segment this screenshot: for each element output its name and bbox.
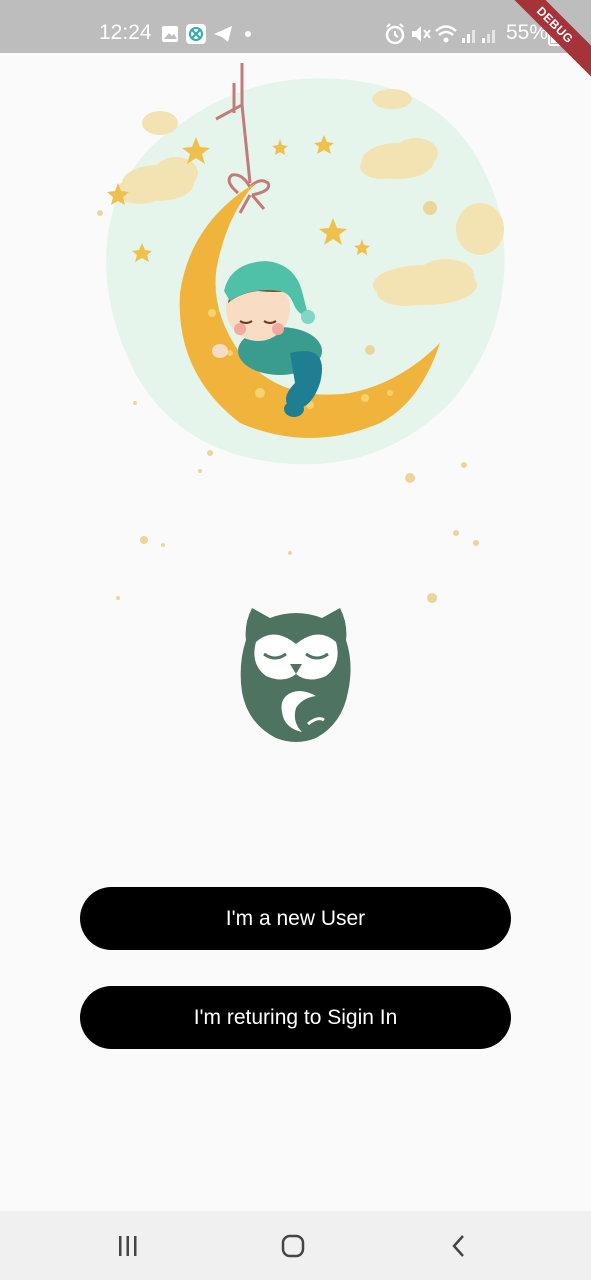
dot-icon: [245, 31, 251, 37]
back-button[interactable]: [439, 1233, 479, 1259]
debug-banner: DEBUG: [511, 0, 591, 80]
status-right-icons: [385, 23, 495, 45]
returning-signin-button[interactable]: I'm returing to Sigin In: [80, 986, 511, 1049]
status-time: 12:24: [99, 21, 152, 44]
debug-banner-container: DEBUG: [511, 0, 591, 80]
recents-icon: [119, 1236, 137, 1256]
back-icon: [452, 1235, 464, 1257]
mute-icon: [412, 26, 431, 42]
telegram-icon: [214, 26, 232, 42]
status-bar: 12:24 55%: [0, 0, 591, 53]
signal-icon-2: [482, 30, 495, 43]
recents-button[interactable]: [108, 1233, 148, 1259]
wifi-icon: [435, 25, 457, 43]
home-icon: [281, 1234, 305, 1258]
app-icon: [186, 24, 206, 44]
gallery-icon: [162, 26, 178, 42]
navigation-bar: [0, 1211, 591, 1280]
baby-moon-illustration: [97, 63, 505, 603]
new-user-button[interactable]: I'm a new User: [80, 887, 511, 950]
home-button[interactable]: [273, 1233, 313, 1259]
owl-logo: [240, 608, 351, 742]
signal-icon: [462, 30, 475, 43]
status-left-icons: [162, 24, 251, 44]
alarm-icon: [385, 23, 405, 45]
